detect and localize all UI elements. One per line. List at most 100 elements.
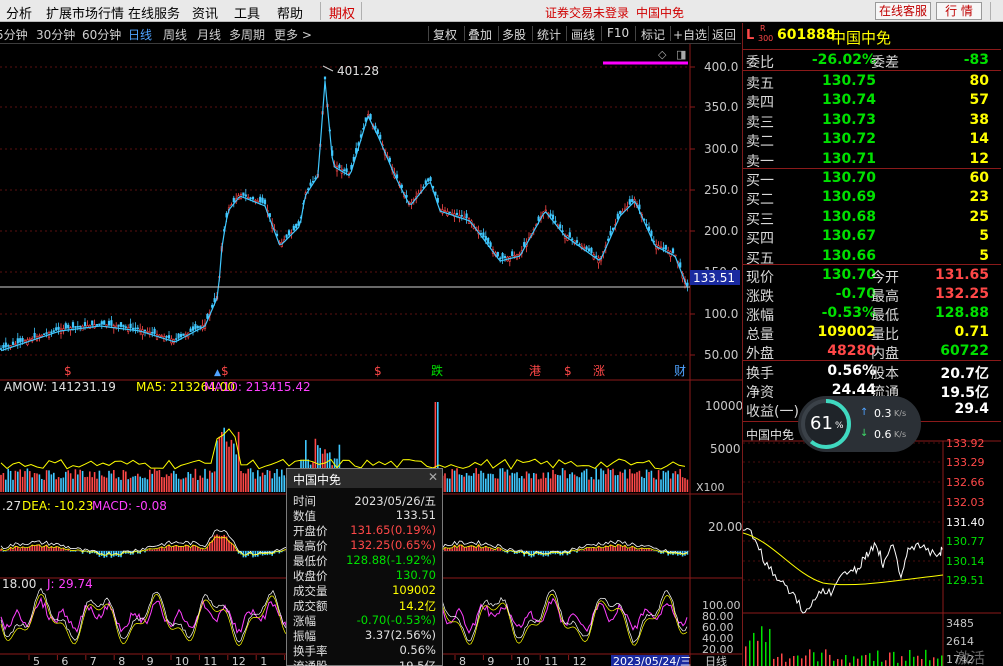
intraday-price-line (743, 527, 943, 614)
menu-options[interactable]: 期权 (329, 3, 355, 22)
stat-value: 109002 (817, 324, 876, 340)
current-date-label: 2023/05/24/三 (613, 655, 691, 666)
stock-header: L R 300 601888 中国中免 (743, 24, 1001, 49)
candle-body (194, 324, 197, 330)
event-marker[interactable]: $ (221, 364, 229, 378)
order-book-volume: 5 (979, 247, 989, 264)
period-60min[interactable]: 60分钟 (82, 26, 121, 43)
volume-bar (281, 469, 283, 492)
candle-body (343, 169, 346, 172)
close-icon[interactable]: ✕ (428, 470, 438, 484)
period-5min[interactable]: 5分钟 (0, 26, 28, 43)
volume-bar (173, 470, 175, 492)
x-axis-period-tab[interactable]: 日线 (705, 654, 727, 666)
volume-bar (477, 473, 480, 492)
candle-body (424, 180, 427, 185)
period-daily[interactable]: 日线 (128, 26, 152, 43)
volume-bar (492, 474, 494, 492)
volume-bar (264, 474, 266, 492)
x-tick-label: 5 (33, 655, 40, 666)
event-marker[interactable]: $ (564, 364, 572, 378)
menu-news[interactable]: 资讯 (192, 3, 218, 22)
price-average-line (0, 80, 688, 352)
event-marker[interactable]: 财 (674, 364, 686, 378)
add-watchlist-button[interactable]: +自选 (673, 26, 707, 43)
toggle-diamond-icon[interactable]: ◇ (658, 48, 667, 61)
mini-volume-bar (913, 656, 915, 666)
mark-button[interactable]: 标记 (641, 26, 665, 43)
period-more[interactable]: 更多 > (274, 26, 312, 43)
period-monthly[interactable]: 月线 (197, 26, 221, 43)
tooltip-row: 数值 133.51 (287, 508, 442, 523)
order-book-price: 130.69 (821, 189, 876, 206)
adjust-button[interactable]: 复权 (433, 26, 457, 43)
event-marker[interactable]: 涨 (593, 363, 605, 378)
candle-body (165, 335, 168, 338)
statistics-button[interactable]: 统计 (537, 26, 561, 43)
period-weekly[interactable]: 周线 (163, 26, 187, 43)
macd-bar (57, 547, 60, 551)
volume-bar (499, 468, 501, 492)
volume-bar (593, 479, 595, 492)
volume-bar (595, 468, 597, 492)
volume-bar (24, 471, 26, 492)
macd-bar (595, 548, 597, 551)
macd-bar (612, 545, 614, 551)
macd-bar (175, 545, 177, 551)
volume-bar (547, 472, 549, 492)
x-tick-label: 10 (175, 655, 189, 666)
candle-body (583, 247, 586, 250)
quote-button[interactable]: 行 情 (936, 2, 982, 20)
upload-unit: K/s (894, 409, 907, 418)
candle-body (189, 328, 192, 332)
back-button[interactable]: 返回 (712, 26, 736, 43)
online-service-button[interactable]: 在线客服 (875, 2, 931, 20)
event-marker[interactable]: 港 (529, 364, 541, 378)
candle-body (28, 338, 31, 341)
mini-volume-bar (937, 658, 939, 666)
network-speed-widget[interactable]: 61 % ↑ 0.3 K/s ↓ 0.6 K/s (798, 396, 921, 452)
order-book-price: 130.72 (821, 131, 876, 148)
event-marker[interactable]: 跌 (431, 363, 443, 378)
period-30min[interactable]: 30分钟 (36, 26, 75, 43)
menu-help[interactable]: 帮助 (277, 3, 303, 22)
menu-tools[interactable]: 工具 (234, 3, 260, 22)
menu-online-service[interactable]: 在线服务 (128, 3, 180, 22)
intraday-mini-chart[interactable]: 133.92 133.29 132.66 132.03 131.40 130.77 130.… (743, 423, 1001, 666)
volume-bar (101, 475, 103, 492)
period-multi[interactable]: 多周期 (229, 26, 265, 43)
mini-volume-bar (853, 656, 855, 666)
macd-bar (41, 547, 43, 551)
event-marker[interactable]: $ (64, 364, 72, 378)
candle-body (285, 234, 288, 238)
volume-bar (194, 468, 197, 492)
volume-bar (672, 473, 674, 492)
overlay-button[interactable]: 叠加 (468, 26, 492, 43)
event-marker[interactable]: $ (374, 364, 382, 378)
menu-analysis[interactable]: 分析 (6, 3, 32, 22)
volume-bar (665, 472, 667, 492)
volume-bar (213, 471, 216, 492)
mini-volume-bar (929, 660, 931, 666)
flag-l: L (746, 28, 755, 43)
volume-bar (621, 472, 624, 492)
menu-bar: 分析 扩展市场行情 在线服务 资讯 工具 帮助 期权 证券交易未登录 中国中免 … (0, 0, 1003, 22)
volume-bar (43, 479, 45, 492)
candle-body (443, 210, 447, 212)
candle-body (83, 322, 87, 327)
draw-line-button[interactable]: 画线 (571, 26, 595, 43)
volume-bar (156, 470, 158, 492)
multi-stock-button[interactable]: 多股 (502, 26, 526, 43)
candle-body (182, 333, 185, 336)
macd-bar (158, 548, 161, 551)
menu-extended-market[interactable]: 扩展市场行情 (46, 3, 124, 22)
candle-body (595, 255, 598, 258)
panel-toggle-icon[interactable]: ◨ (676, 48, 686, 61)
macd-bar (74, 551, 77, 552)
macd-bar (36, 544, 38, 551)
f10-button[interactable]: F10 (607, 26, 629, 40)
price-tick: 400.0 (704, 60, 738, 74)
mini-volume-bar (789, 658, 791, 666)
mini-volume-bar (865, 654, 867, 666)
order-book-label: 卖三 (746, 114, 774, 131)
